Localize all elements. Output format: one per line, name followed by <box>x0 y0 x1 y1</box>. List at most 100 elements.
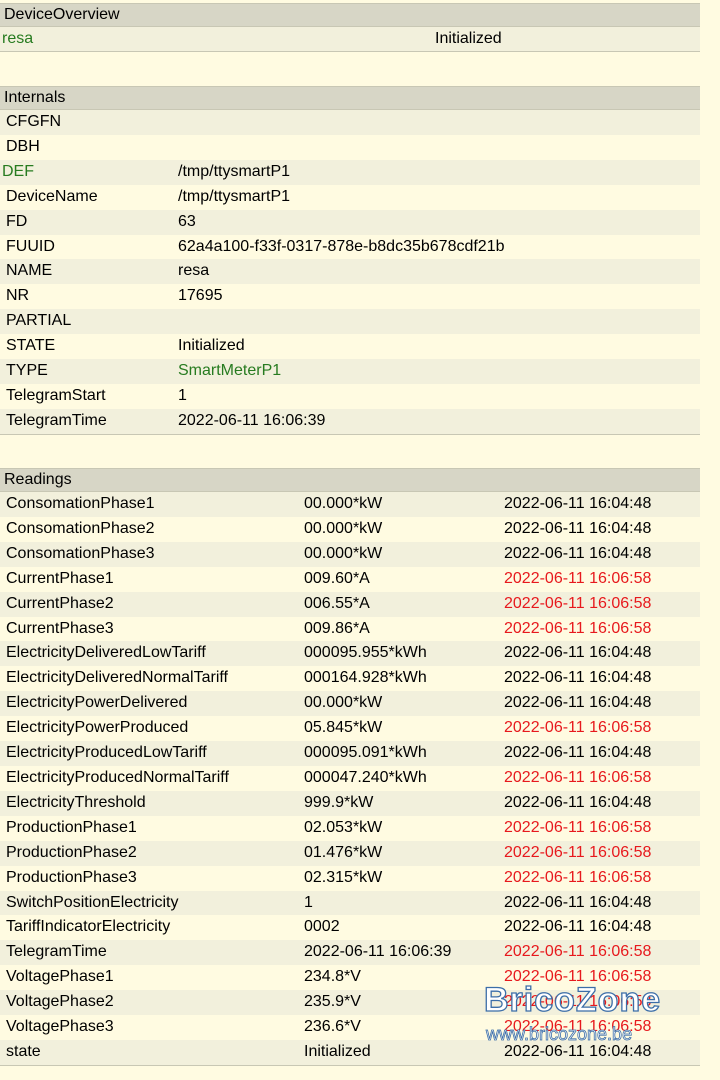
reading-timestamp: 2022-06-11 16:04:48 <box>504 495 652 512</box>
reading-value: 000164.928*kWh <box>304 669 427 687</box>
reading-timestamp: 2022-06-11 16:06:58 <box>504 569 652 587</box>
internal-key: TYPE <box>6 362 48 380</box>
reading-name: ProductionPhase1 <box>6 818 137 836</box>
internal-value <box>172 309 700 334</box>
reading-timestamp: 2022-06-11 16:04:48 <box>504 793 652 811</box>
internals-row: TYPE SmartMeterP1 <box>0 359 700 384</box>
device-overview-table: resa Initialized <box>0 27 700 52</box>
device-name-link[interactable]: resa <box>0 27 429 52</box>
reading-row: state Initialized 2022-06-11 16:04:48 <box>0 1039 700 1066</box>
reading-timestamp: 2022-06-11 16:04:48 <box>504 519 652 537</box>
reading-value: 000095.091*kWh <box>304 744 427 762</box>
reading-value: 0002 <box>304 918 340 936</box>
reading-row: VoltagePhase3 236.6*V 2022-06-11 16:06:58 <box>0 1015 700 1040</box>
internal-type-link[interactable]: SmartMeterP1 <box>172 359 700 384</box>
readings-panel: Readings ConsomationPhase1 00.000*kW 2022-… <box>0 468 700 1066</box>
internals-row: DeviceName/tmp/ttysmartP1 <box>0 184 700 210</box>
reading-timestamp: 2022-06-11 16:04:48 <box>504 669 652 687</box>
reading-timestamp: 2022-06-11 16:04:48 <box>504 644 652 662</box>
internals-row: NAME resa <box>0 259 700 285</box>
reading-value: 000047.240*kWh <box>304 768 427 786</box>
reading-row: ConsomationPhase3 00.000*kW 2022-06-11 16:… <box>0 541 700 567</box>
internal-key: NR <box>6 287 30 305</box>
reading-value: 00.000*kW <box>304 544 383 562</box>
reading-timestamp: 2022-06-11 16:04:48 <box>504 544 652 562</box>
internals-row: PARTIAL <box>0 309 700 335</box>
reading-name: ElectricityDeliveredNormalTariff <box>6 669 228 687</box>
reading-value: 2022-06-11 16:06:39 <box>304 943 452 961</box>
reading-name: CurrentPhase1 <box>6 569 114 587</box>
internal-key-def-link[interactable]: DEF <box>0 160 172 185</box>
reading-row: ElectricityDeliveredLowTariff 000095.955*… <box>0 641 700 667</box>
internal-value: 62a4a100-f33f-0317-878e-b8dc35b678cdf21b <box>178 237 505 255</box>
internals-row: FD 63 <box>0 209 700 235</box>
reading-row: ConsomationPhase2 00.000*kW 2022-06-11 16:… <box>0 516 700 542</box>
reading-row: CurrentPhase3 009.86*A 2022-06-11 16:06:58 <box>0 616 700 642</box>
reading-timestamp: 2022-06-11 16:06:58 <box>504 843 652 861</box>
reading-value: 00.000*kW <box>304 519 383 537</box>
reading-name: ProductionPhase3 <box>6 868 137 886</box>
reading-value: 01.476*kW <box>304 843 383 861</box>
internal-key: FD <box>6 212 28 230</box>
internal-key: FUUID <box>6 237 55 255</box>
internals-row: TelegramStart 1 <box>0 383 700 409</box>
reading-value: 02.053*kW <box>304 818 383 836</box>
reading-timestamp: 2022-06-11 16:06:58 <box>504 619 652 637</box>
reading-name: ProductionPhase2 <box>6 843 137 861</box>
reading-name: VoltagePhase3 <box>6 1018 114 1036</box>
reading-name: ElectricityProducedNormalTariff <box>6 768 229 786</box>
internal-value: /tmp/ttysmartP1 <box>178 162 291 180</box>
reading-row: ElectricityPowerProduced 05.845*kW 2022-06… <box>0 716 700 742</box>
reading-row: ProductionPhase3 02.315*kW 2022-06-11 16:0… <box>0 865 700 891</box>
reading-timestamp: 2022-06-11 16:06:58 <box>504 1018 652 1036</box>
reading-row: ConsomationPhase1 00.000*kW 2022-06-11 16:… <box>0 492 700 517</box>
internal-key: TelegramStart <box>6 386 106 404</box>
internal-value: 1 <box>178 386 187 404</box>
reading-value: 009.86*A <box>304 619 370 637</box>
readings-table: ConsomationPhase1 00.000*kW 2022-06-11 16:… <box>0 492 700 1066</box>
reading-row: TelegramTime 2022-06-11 16:06:39 2022-06-1… <box>0 940 700 966</box>
reading-row: ElectricityProducedNormalTariff 000047.24… <box>0 765 700 791</box>
reading-row: ElectricityDeliveredNormalTariff 000164.9… <box>0 666 700 692</box>
device-overview-row: resa Initialized <box>0 27 700 52</box>
internal-key: NAME <box>6 262 53 280</box>
reading-timestamp: 2022-06-11 16:04:48 <box>504 694 652 712</box>
reading-name: ElectricityDeliveredLowTariff <box>6 644 206 662</box>
reading-value: 00.000*kW <box>304 694 383 712</box>
reading-timestamp: 2022-06-11 16:04:48 <box>504 1042 652 1060</box>
internals-row: DEF/tmp/ttysmartP1 <box>0 159 700 185</box>
device-state: Initialized <box>435 30 502 47</box>
reading-value: Initialized <box>304 1042 371 1060</box>
device-overview-header: DeviceOverview <box>0 3 700 27</box>
reading-row: CurrentPhase2 006.55*A 2022-06-11 16:06:58 <box>0 591 700 617</box>
reading-value: 999.9*kW <box>304 793 374 811</box>
reading-name: ConsomationPhase2 <box>6 519 155 537</box>
internals-row: FUUID 62a4a100-f33f-0317-878e-b8dc35b678c… <box>0 234 700 260</box>
internal-key: DBH <box>6 137 40 155</box>
reading-name: SwitchPositionElectricity <box>6 893 179 911</box>
reading-timestamp: 2022-06-11 16:06:58 <box>504 968 652 986</box>
internal-value: resa <box>178 262 210 280</box>
reading-name: CurrentPhase2 <box>6 594 114 612</box>
internals-table: CFGFN DBH DEF/tmp/ttysmartP1 DeviceName/tmp… <box>0 110 700 435</box>
internal-key: STATE <box>6 337 56 355</box>
reading-timestamp: 2022-06-11 16:04:48 <box>504 918 652 936</box>
internal-key: CFGFN <box>6 113 62 130</box>
reading-row: CurrentPhase1 009.60*A 2022-06-11 16:06:58 <box>0 566 700 592</box>
internal-value <box>172 110 700 135</box>
internal-value <box>172 135 700 160</box>
reading-name: VoltagePhase1 <box>6 968 114 986</box>
internals-row: NR 17695 <box>0 284 700 310</box>
reading-name: VoltagePhase2 <box>6 993 114 1011</box>
reading-value: 1 <box>304 893 313 911</box>
internal-key: DeviceName <box>6 187 98 205</box>
internal-value: 2022-06-11 16:06:39 <box>178 411 326 429</box>
reading-value: 05.845*kW <box>304 719 383 737</box>
reading-timestamp: 2022-06-11 16:06:58 <box>504 768 652 786</box>
reading-value: 006.55*A <box>304 594 370 612</box>
reading-row: TariffIndicatorElectricity 0002 2022-06-11… <box>0 915 700 941</box>
reading-timestamp: 2022-06-11 16:06:58 <box>504 594 652 612</box>
internal-value: Initialized <box>178 337 245 355</box>
reading-name: ElectricityPowerProduced <box>6 719 189 737</box>
reading-name: ConsomationPhase1 <box>6 495 155 512</box>
